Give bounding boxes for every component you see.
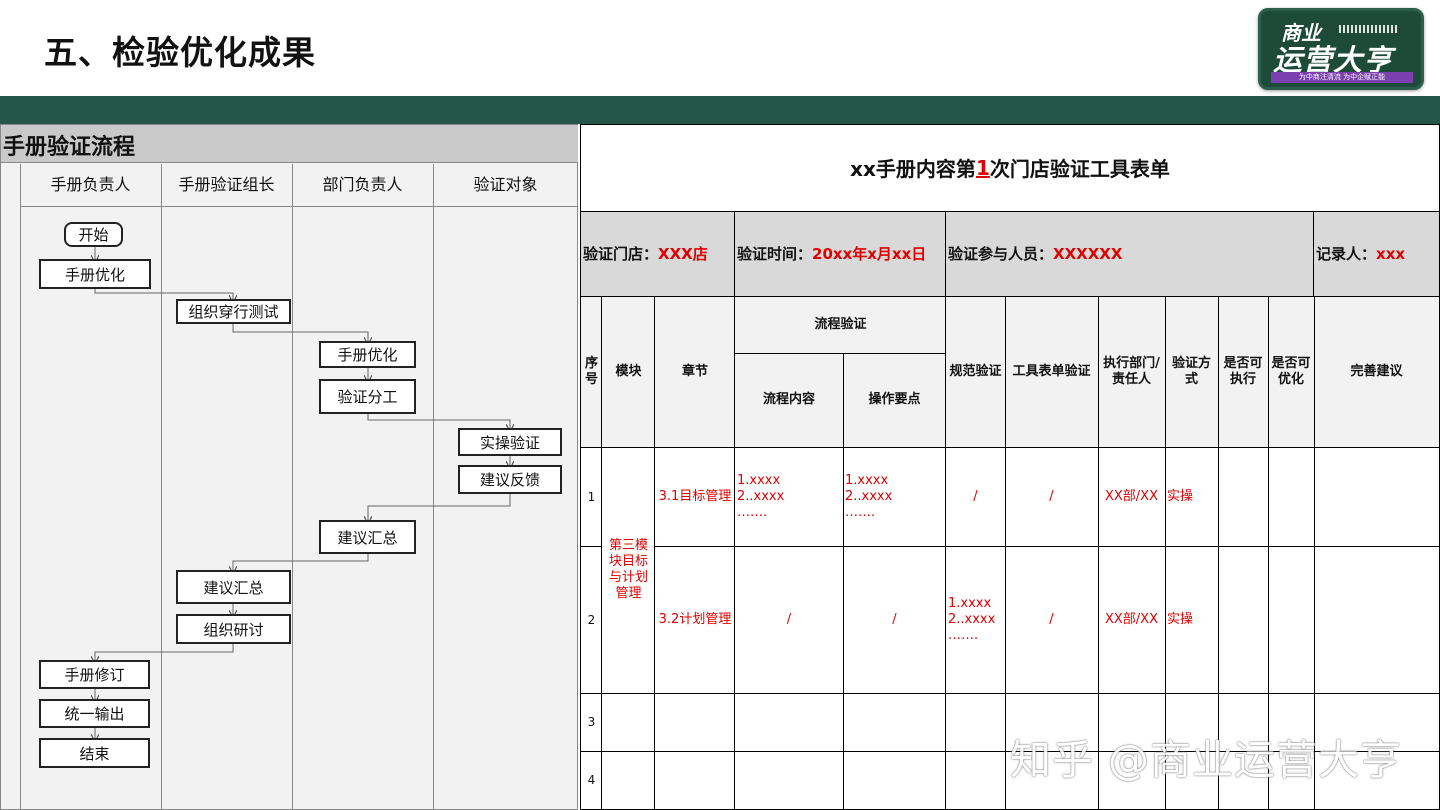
- row-process-content: 1.xxxx 2..xxxx …….: [737, 472, 785, 520]
- grid-line: [1005, 296, 1006, 810]
- row-norm: /: [973, 488, 978, 504]
- col-header-process-content: 流程内容: [762, 392, 815, 407]
- brand-logo: 商业 运营大亨 为中商注清流 为中企赋正能: [1258, 8, 1424, 90]
- flow-step-optimize: 手册优化: [39, 259, 151, 289]
- grid-line: [601, 296, 602, 810]
- row-dept: XX部/XX: [1104, 611, 1158, 627]
- flow-step-revise: 手册修订: [39, 660, 150, 689]
- form-title: xx手册内容第 1 次门店验证工具表单: [580, 124, 1440, 211]
- col-header-executable: 是否可执行: [1223, 355, 1263, 387]
- row-seq: 4: [587, 773, 596, 787]
- flow-step-practice: 实操验证: [458, 428, 562, 456]
- row-chapter: 3.2计划管理: [658, 611, 732, 627]
- logo-tagline: 为中商注清流 为中企赋正能: [1271, 72, 1413, 83]
- col-header-norm: 规范验证: [949, 363, 1002, 379]
- logo-decoration: [1339, 25, 1399, 33]
- grid-line: [1313, 211, 1314, 296]
- form-title-prefix: xx手册内容第: [850, 157, 976, 181]
- row-key-points: /: [892, 611, 897, 627]
- flow-step-output: 统一输出: [39, 699, 150, 728]
- row-method: 实操: [1167, 488, 1194, 504]
- info-time: 验证时间： 20xx年x月xx日: [737, 244, 927, 263]
- col-header-chapter: 章节: [681, 363, 708, 379]
- col-header-dept: 执行部门/责任人: [1103, 355, 1160, 387]
- row-seq: 1: [587, 489, 596, 504]
- flow-step-summary: 建议汇总: [176, 570, 291, 604]
- form-title-number: 1: [975, 155, 990, 180]
- row-seq: 2: [587, 612, 596, 627]
- info-participants: 验证参与人员： XXXXXX: [948, 244, 1123, 263]
- flow-step-assign: 验证分工: [319, 379, 416, 414]
- flow-step-feedback: 建议反馈: [458, 465, 562, 494]
- flow-step-summary: 建议汇总: [319, 520, 416, 554]
- grid-line: [945, 211, 946, 296]
- row-tool-form: /: [1049, 611, 1054, 627]
- grid-line: [654, 296, 655, 810]
- row-dept: XX部/XX: [1104, 488, 1158, 504]
- col-header-process: 流程验证: [814, 316, 867, 332]
- col-header-method: 验证方式: [1171, 355, 1211, 387]
- row-key-points: 1.xxxx 2..xxxx …….: [845, 472, 893, 520]
- col-header-optimizable: 是否可优化: [1271, 355, 1311, 387]
- grid-line: [580, 546, 602, 547]
- info-recorder: 记录人： xxx: [1316, 244, 1406, 263]
- grid-line: [843, 353, 844, 810]
- flow-step-discuss: 组织研讨: [176, 614, 291, 644]
- grid-line: [580, 296, 1440, 297]
- col-header-tool-form: 工具表单验证: [1012, 363, 1091, 379]
- flow-step-start: 开始: [64, 222, 123, 247]
- flow-step-optimize: 手册优化: [319, 341, 416, 368]
- col-header-module: 模块: [615, 363, 642, 379]
- flow-step-end: 结束: [39, 738, 150, 768]
- form-title-suffix: 次门店验证工具表单: [989, 157, 1170, 181]
- flow-step-walkthrough-test: 组织穿行测试: [176, 299, 291, 324]
- info-store: 验证门店： XXX店: [583, 244, 708, 263]
- col-header-suggestion: 完善建议: [1350, 363, 1403, 379]
- grid-line: [735, 353, 946, 354]
- row-seq: 3: [587, 715, 596, 729]
- module-cell: 第三模块目标与计划管理: [608, 538, 648, 601]
- col-header-seq: 序号: [584, 355, 598, 387]
- row-method: 实操: [1167, 611, 1194, 627]
- grid-line: [655, 546, 1440, 547]
- watermark: 知乎 @商业运营大亨: [1010, 736, 1403, 784]
- row-tool-form: /: [1049, 488, 1054, 504]
- grid-line: [734, 296, 735, 810]
- grid-line: [580, 447, 1440, 448]
- row-chapter: 3.1目标管理: [658, 488, 732, 504]
- grid-line: [734, 211, 735, 296]
- grid-line: [945, 296, 946, 810]
- row-norm: 1.xxxx 2..xxxx …….: [948, 595, 996, 643]
- grid-line: [580, 211, 1440, 212]
- col-header-key-points: 操作要点: [868, 392, 921, 407]
- row-process-content: /: [786, 611, 792, 627]
- grid-line: [580, 693, 1440, 694]
